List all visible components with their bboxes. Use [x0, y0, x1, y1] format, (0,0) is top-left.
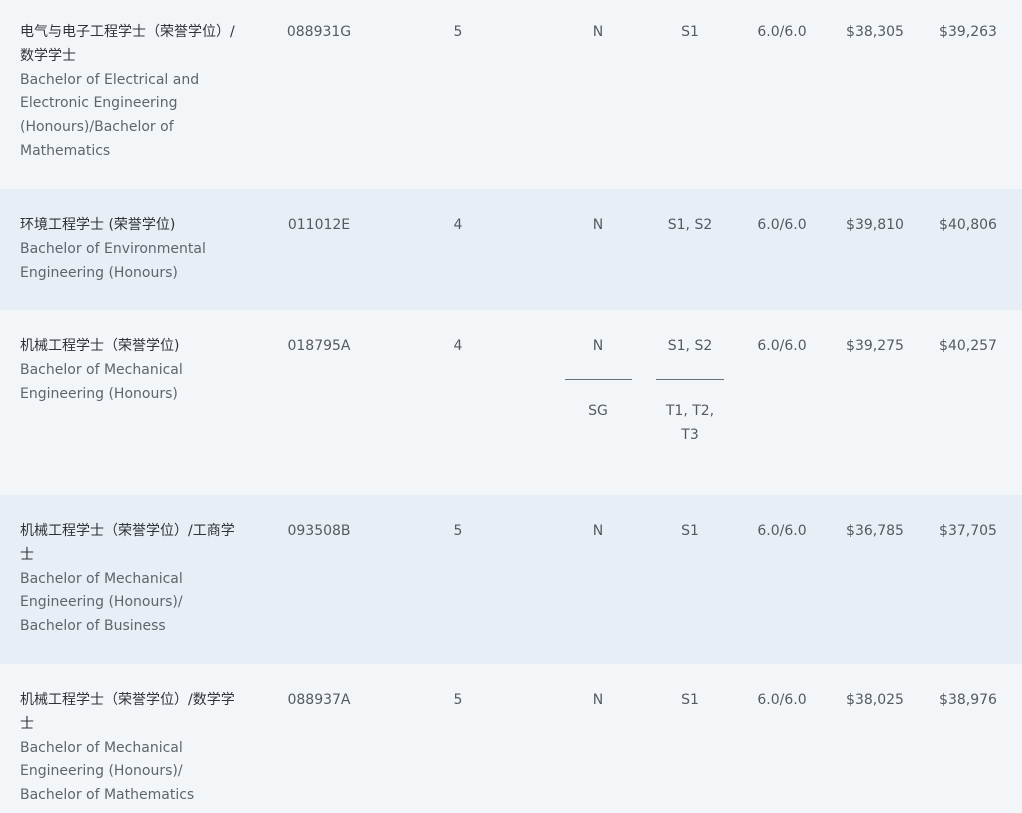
tuition-fee-current: $39,275 [846, 338, 904, 354]
intake-semester-cell: S1, S2 T1, T2, T3 [654, 335, 726, 447]
campus-flag-alt: SG [588, 402, 608, 419]
tuition-fee-next: $40,806 [939, 217, 997, 233]
ielts-requirement: 6.0/6.0 [757, 338, 807, 354]
course-name-cn: 机械工程学士（荣誉学位）/数学学士 [20, 692, 235, 732]
course-code: 093508B [287, 523, 351, 539]
course-name-en: Bachelor of Mechanical Engineering (Hono… [20, 361, 183, 402]
intake-semester: S1 [681, 523, 699, 539]
tuition-fee-current: $36,785 [846, 523, 904, 539]
table-row: 机械工程学士（荣誉学位）/工商学士 Bachelor of Mechanical… [0, 495, 1022, 664]
divider [656, 378, 724, 380]
campus-flag: N [592, 692, 604, 708]
campus-flag: N [592, 217, 604, 233]
course-name-cell: 机械工程学士（荣誉学位) Bachelor of Mechanical Engi… [20, 335, 245, 406]
course-name-cn: 机械工程学士（荣誉学位) [20, 338, 180, 354]
course-name-cn: 环境工程学士 (荣誉学位) [20, 217, 176, 233]
course-duration: 5 [453, 24, 463, 40]
course-code: 088931G [286, 24, 352, 40]
course-code: 018795A [287, 338, 351, 354]
course-name-cn: 电气与电子工程学士（荣誉学位）/数学学士 [20, 24, 235, 64]
campus-flag-cell: N SG [562, 335, 634, 424]
tuition-fee-next: $40,257 [939, 338, 997, 354]
course-name-cn: 机械工程学士（荣誉学位）/工商学士 [20, 523, 235, 563]
campus-flag: N [592, 523, 604, 539]
course-name-en: Bachelor of Environmental Engineering (H… [20, 240, 206, 281]
course-code: 088937A [287, 692, 351, 708]
course-duration: 5 [453, 523, 463, 539]
table-row: 机械工程学士（荣誉学位）/数学学士 Bachelor of Mechanical… [0, 664, 1022, 813]
table-row: 电气与电子工程学士（荣誉学位）/数学学士 Bachelor of Electri… [0, 0, 1022, 189]
tuition-fee-current: $38,025 [846, 692, 904, 708]
campus-flag: N [592, 338, 604, 354]
intake-trimester: T1, T2, T3 [665, 402, 715, 443]
course-duration: 5 [453, 692, 463, 708]
intake-semester: S1, S2 [667, 338, 713, 354]
course-code: 011012E [287, 217, 351, 233]
tuition-fee-next: $38,976 [939, 692, 997, 708]
course-duration: 4 [453, 217, 463, 233]
tuition-fee-next: $39,263 [939, 24, 997, 40]
course-name-cell: 电气与电子工程学士（荣誉学位）/数学学士 Bachelor of Electri… [20, 21, 245, 164]
course-duration: 4 [453, 338, 463, 354]
tuition-fee-current: $39,810 [846, 217, 904, 233]
tuition-fee-next: $37,705 [939, 523, 997, 539]
course-name-en: Bachelor of Electrical and Electronic En… [20, 71, 200, 159]
tuition-fee-current: $38,305 [846, 24, 904, 40]
course-name-cell: 机械工程学士（荣誉学位）/工商学士 Bachelor of Mechanical… [20, 520, 245, 639]
ielts-requirement: 6.0/6.0 [757, 24, 807, 40]
course-name-en: Bachelor of Mechanical Engineering (Hono… [20, 739, 195, 804]
ielts-requirement: 6.0/6.0 [757, 692, 807, 708]
course-name-cell: 环境工程学士 (荣誉学位) Bachelor of Environmental … [20, 214, 245, 285]
course-name-en: Bachelor of Mechanical Engineering (Hono… [20, 570, 183, 635]
table-row: 机械工程学士（荣誉学位) Bachelor of Mechanical Engi… [0, 310, 1022, 495]
course-table: 电气与电子工程学士（荣誉学位）/数学学士 Bachelor of Electri… [0, 0, 1022, 813]
ielts-requirement: 6.0/6.0 [757, 523, 807, 539]
intake-semester: S1, S2 [667, 217, 713, 233]
divider [564, 378, 632, 380]
ielts-requirement: 6.0/6.0 [757, 217, 807, 233]
campus-flag: N [592, 24, 604, 40]
course-name-cell: 机械工程学士（荣誉学位）/数学学士 Bachelor of Mechanical… [20, 689, 245, 808]
table-row: 环境工程学士 (荣誉学位) Bachelor of Environmental … [0, 189, 1022, 310]
intake-semester: S1 [681, 692, 699, 708]
intake-semester: S1 [681, 24, 699, 40]
